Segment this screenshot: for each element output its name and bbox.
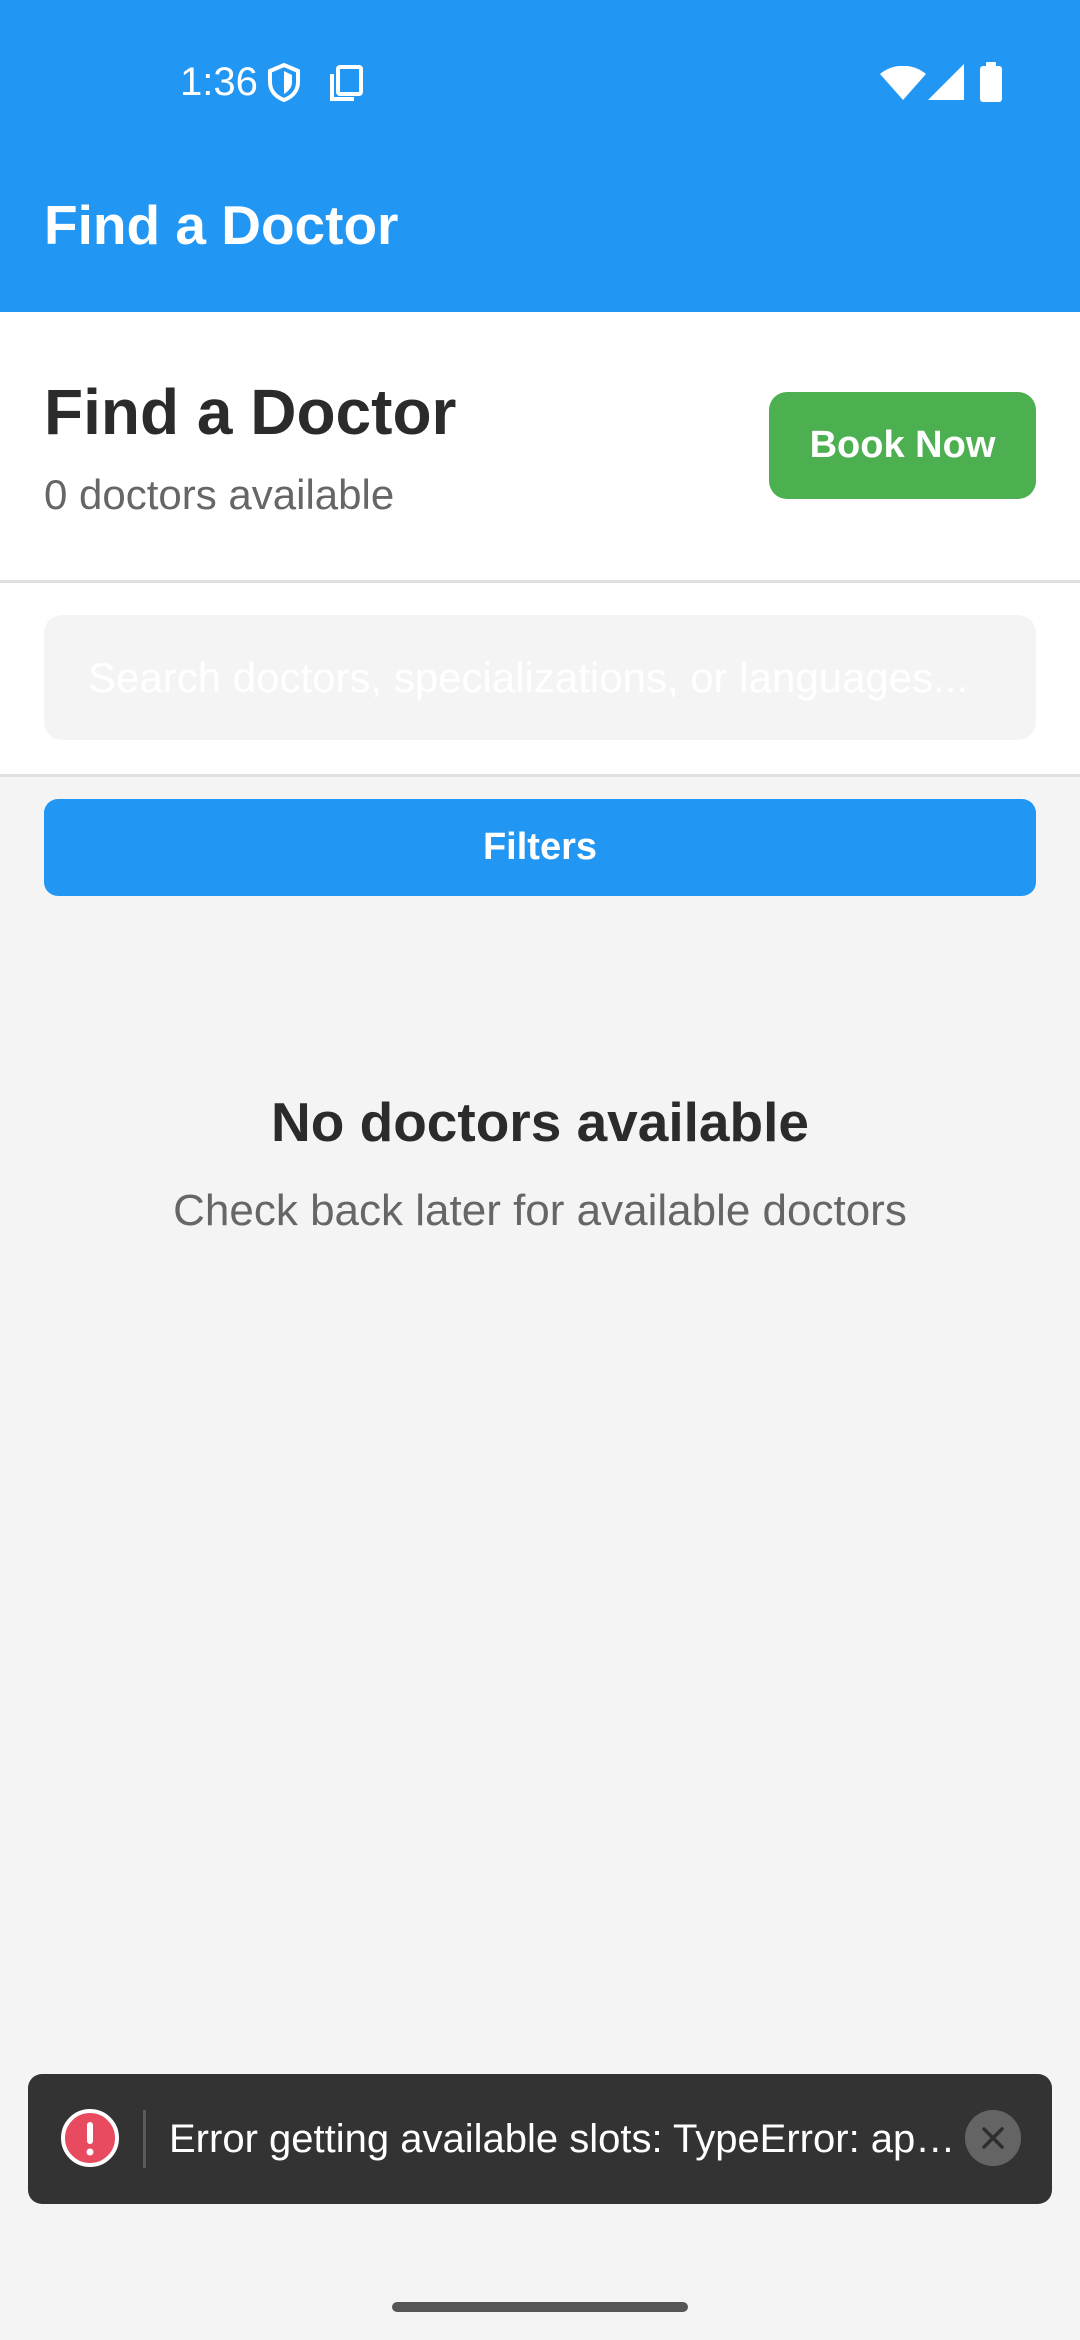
battery-icon xyxy=(980,62,1002,102)
toast-divider xyxy=(143,2110,146,2168)
book-now-button[interactable]: Book Now xyxy=(769,392,1036,499)
filters-button[interactable]: Filters xyxy=(44,799,1036,896)
app-bar-title: Find a Doctor xyxy=(44,194,399,256)
signal-icon xyxy=(928,64,964,100)
doctor-count: 0 doctors available xyxy=(44,471,395,518)
status-time: 1:36 xyxy=(180,60,258,104)
shield-icon xyxy=(268,62,300,102)
search-box xyxy=(44,615,1036,740)
wifi-icon xyxy=(880,66,926,100)
error-icon xyxy=(61,2109,119,2167)
page-title: Find a Doctor xyxy=(44,376,457,448)
close-icon[interactable] xyxy=(965,2110,1021,2166)
search-section xyxy=(0,583,1080,777)
empty-state-title: No doctors available xyxy=(271,1091,809,1153)
copy-icon xyxy=(330,65,363,101)
error-toast: Error getting available slots: TypeError… xyxy=(28,2074,1052,2204)
toast-message: Error getting available slots: TypeError… xyxy=(169,2117,969,2161)
search-input[interactable] xyxy=(88,615,1008,740)
home-indicator[interactable] xyxy=(392,2302,688,2312)
app-bar: 1:36 Find a Doctor xyxy=(0,0,1080,312)
empty-state-message: Check back later for available doctors xyxy=(173,1186,907,1235)
header-card: Find a Doctor 0 doctors available Book N… xyxy=(0,312,1080,583)
